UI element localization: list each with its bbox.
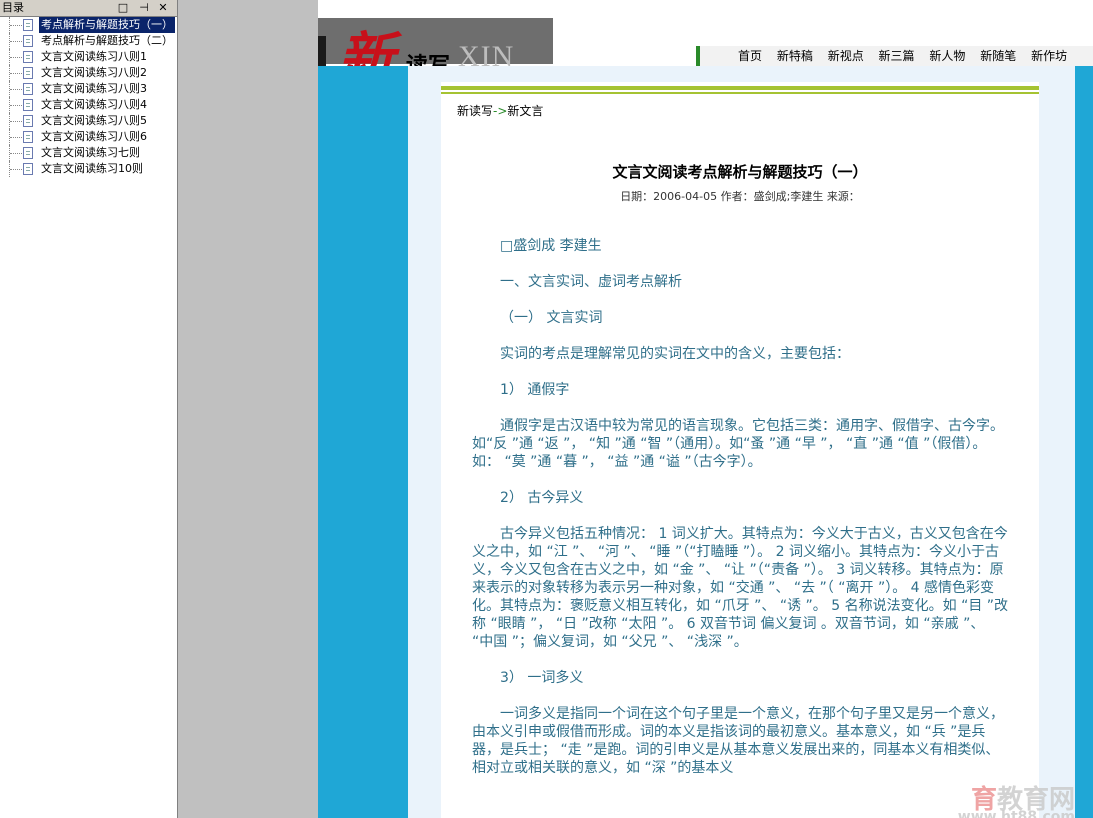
nav-xin-sanpian[interactable]: 新三篇	[879, 49, 915, 63]
toc-item[interactable]: 文言文阅读练习八则6	[0, 129, 177, 145]
toc-item[interactable]: 文言文阅读练习八则1	[0, 49, 177, 65]
article-paragraph: 一词多义是指同一个词在这个句子里是一个意义，在那个句子里又是另一个意义，由本义引…	[472, 706, 1004, 776]
nav-xin-shidian[interactable]: 新视点	[828, 49, 864, 63]
article: 新读写->新文言 文言文阅读考点解析与解题技巧（一） 日期：2006-04-05…	[441, 82, 1039, 818]
article-paragraph: 3） 一词多义	[500, 670, 584, 686]
toc-item-label: 考点解析与解题技巧（二）	[41, 34, 173, 47]
green-rule	[441, 86, 1039, 90]
tree-line	[9, 97, 24, 113]
toc-item[interactable]: 文言文阅读练习八则2	[0, 65, 177, 81]
toc-item-label: 文言文阅读练习八则3	[41, 82, 147, 95]
nav-home[interactable]: 首页	[738, 49, 762, 63]
breadcrumb: 新读写->新文言	[457, 102, 543, 119]
toc-item-label: 文言文阅读练习八则4	[41, 98, 147, 111]
document-icon	[23, 163, 33, 175]
document-icon	[23, 67, 33, 79]
toc-header: 目录 □ ⊣ ✕	[0, 0, 177, 17]
toc-pane: 目录 □ ⊣ ✕ 考点解析与解题技巧（一） 考点解析与解题技巧（二） 文言文阅读练习…	[0, 0, 178, 818]
article-paragraph: 2） 古今异义	[500, 490, 584, 506]
tree-line	[9, 65, 24, 81]
tree-line	[9, 161, 24, 177]
document-icon	[23, 131, 33, 143]
breadcrumb-section[interactable]: 新文言	[507, 104, 543, 118]
article-paragraph: 1） 通假字	[500, 382, 570, 398]
article-paragraph: □盛剑成 李建生	[500, 238, 602, 254]
green-rule-thin	[441, 92, 1039, 94]
document-icon	[23, 51, 33, 63]
breadcrumb-arrow: ->	[493, 104, 508, 118]
nav-menu: 首页 新特稿 新视点 新三篇 新人物 新随笔 新作坊	[738, 46, 1078, 66]
toc-item[interactable]: 考点解析与解题技巧（二）	[0, 33, 177, 49]
toc-title: 目录	[2, 1, 24, 14]
toc-item[interactable]: 文言文阅读练习八则4	[0, 97, 177, 113]
nav-xin-zuofang[interactable]: 新作坊	[1031, 49, 1067, 63]
nav-xin-tegao[interactable]: 新特稿	[777, 49, 813, 63]
article-title: 文言文阅读考点解析与解题技巧（一）	[612, 163, 868, 181]
watermark: 育教育网 www.ht88.com	[958, 779, 1075, 818]
document-icon	[23, 99, 33, 111]
toc-item-label: 考点解析与解题技巧（一）	[39, 17, 175, 33]
article-body: □盛剑成 李建生一、文言实词、虚词考点解析 （一） 文言实词实词的考点是理解常见的…	[472, 237, 1010, 795]
site-logo[interactable]: XIN DU XIE 新 读写	[318, 18, 553, 141]
article-meta: 日期：2006-04-05 作者：盛剑成;李建生 来源：	[620, 190, 860, 203]
toc-item-label: 文言文阅读练习八则1	[41, 50, 147, 63]
tree-line	[9, 145, 24, 161]
site-banner: XIN DU XIE 新 读写 首页 新特稿 新视点 新三篇 新人物 新随笔 新…	[318, 0, 1093, 141]
toc-item-label: 文言文阅读练习八则2	[41, 66, 147, 79]
document-icon	[23, 83, 33, 95]
tree-line	[9, 49, 24, 65]
article-paragraph: 古今异义包括五种情况： 1 词义扩大。其特点为：今义大于古义，古义又包含在今义之…	[472, 526, 1009, 650]
toc-item[interactable]: 文言文阅读练习八则3	[0, 81, 177, 97]
restore-icon[interactable]: □	[116, 0, 130, 16]
tree-line	[9, 33, 24, 49]
toc-item[interactable]: 文言文阅读练习八则5	[0, 113, 177, 129]
tree-line	[9, 129, 24, 145]
document-icon	[23, 19, 33, 31]
pin-icon[interactable]: ⊣	[137, 0, 151, 16]
toc-item-label: 文言文阅读练习八则5	[41, 114, 147, 127]
tree-line	[9, 113, 24, 129]
toc-item-label: 文言文阅读练习八则6	[41, 130, 147, 143]
document-icon	[23, 35, 33, 47]
close-icon[interactable]: ✕	[156, 0, 170, 16]
tree-line	[9, 81, 24, 97]
nav-xin-suibi[interactable]: 新随笔	[980, 49, 1016, 63]
article-paragraph: 通假字是古汉语中较为常见的语言现象。它包括三类：通用字、假借字、古今字。如“反 …	[472, 418, 1004, 470]
tree-line	[9, 17, 24, 33]
nav-xin-renwu[interactable]: 新人物	[929, 49, 965, 63]
blue-border-left	[318, 66, 408, 818]
toc-item-label: 文言文阅读练习10则	[41, 162, 143, 175]
document-icon	[23, 147, 33, 159]
toc-item[interactable]: 文言文阅读练习10则	[0, 161, 177, 177]
gray-gutter	[178, 0, 318, 818]
document-icon	[23, 115, 33, 127]
toc-item[interactable]: 考点解析与解题技巧（一）	[0, 17, 177, 33]
toc-item[interactable]: 文言文阅读练习七则	[0, 145, 177, 161]
watermark-url: www.ht88.com	[957, 809, 1075, 818]
toc-list: 考点解析与解题技巧（一） 考点解析与解题技巧（二） 文言文阅读练习八则1 文言文阅读练…	[0, 17, 177, 177]
article-paragraph: （一） 文言实词	[500, 310, 603, 326]
nav-bar: 首页 新特稿 新视点 新三篇 新人物 新随笔 新作坊	[696, 46, 1093, 66]
article-paragraph: 实词的考点是理解常见的实词在文中的含义，主要包括：	[500, 346, 850, 362]
toc-item-label: 文言文阅读练习七则	[41, 146, 140, 159]
web-page: XIN DU XIE 新 读写 首页 新特稿 新视点 新三篇 新人物 新随笔 新…	[318, 0, 1093, 818]
breadcrumb-home[interactable]: 新读写	[457, 104, 493, 118]
blue-border-right	[1075, 66, 1093, 818]
article-paragraph: 一、文言实词、虚词考点解析	[500, 274, 682, 290]
